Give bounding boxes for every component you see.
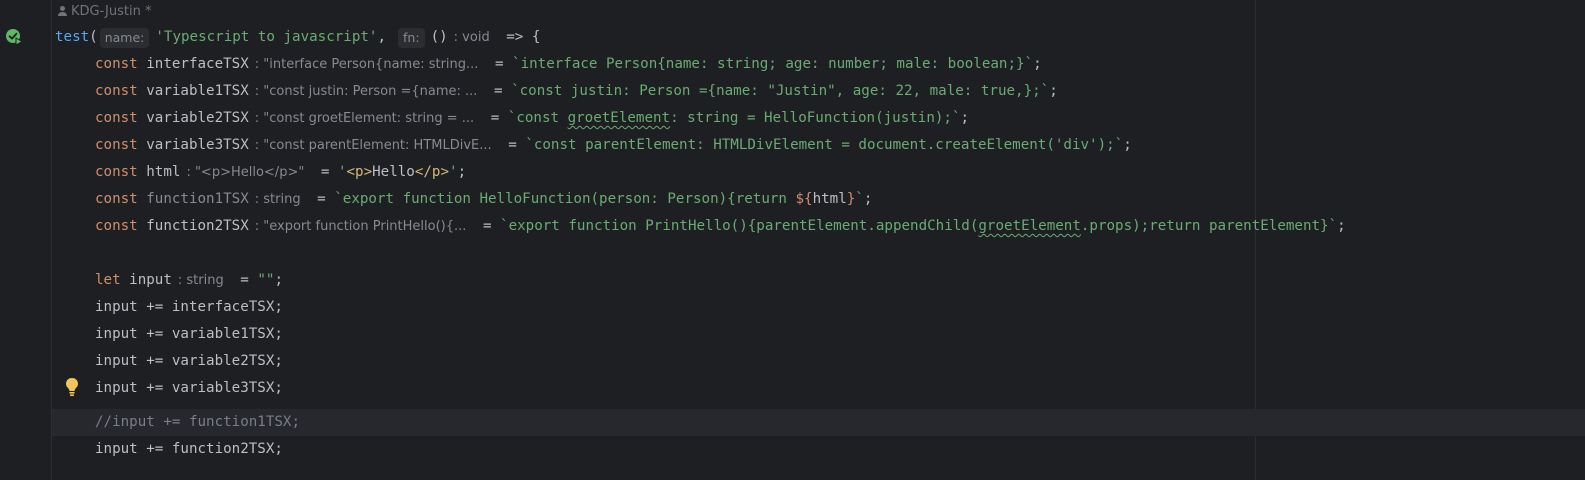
code-token: `export function HelloFunction(person: P… xyxy=(334,191,796,207)
code-token: ; xyxy=(457,164,467,180)
code-token: `const xyxy=(507,110,568,126)
code-token: const xyxy=(95,56,138,72)
code-line-2[interactable]: const interfaceTSX : "interface Person{na… xyxy=(95,51,1042,78)
inlay-hint-type: : "<p>Hello</p>" xyxy=(186,165,305,180)
code-token: ` xyxy=(855,191,864,207)
code-token: , xyxy=(377,29,387,45)
code-line-5[interactable]: const variable3TSX : "const parentElement… xyxy=(95,132,1132,159)
code-line-10[interactable]: let input : string = ""; xyxy=(95,267,283,294)
inlay-hint-type: : "export function PrintHello(){... xyxy=(254,219,467,234)
code-token: : string = HelloFunction(justin);` xyxy=(670,110,961,126)
code-line-15[interactable]: //input += function1TSX; xyxy=(95,409,300,436)
code-token: <p> xyxy=(346,164,373,180)
code-token: `const parentElement: HTMLDivElement = d… xyxy=(525,137,1124,153)
code-token: variable3TSX xyxy=(146,137,249,153)
code-token: ; xyxy=(1337,218,1346,234)
code-token: ; xyxy=(1049,83,1058,99)
code-token: = xyxy=(231,272,258,288)
code-token: function2TSX xyxy=(146,218,249,234)
code-token: => { xyxy=(497,29,541,45)
code-line-13[interactable]: input += variable2TSX; xyxy=(95,348,283,375)
code-line-8[interactable]: const function2TSX : "export function Pri… xyxy=(95,213,1346,240)
code-token: const xyxy=(95,191,138,207)
gutter-divider xyxy=(51,0,52,480)
code-token: = xyxy=(474,218,501,234)
code-token: const xyxy=(95,164,138,180)
code-token: html xyxy=(146,164,181,180)
code-token: interfaceTSX xyxy=(146,56,249,72)
code-token: const xyxy=(95,137,138,153)
inlay-hint-type: : void xyxy=(453,30,490,45)
code-token: input += variable2TSX; xyxy=(95,353,283,369)
code-token: = xyxy=(486,56,513,72)
code-token: ; xyxy=(960,110,970,126)
right-margin-guide xyxy=(1255,0,1256,480)
code-token: variable1TSX xyxy=(146,83,249,99)
lightbulb-icon[interactable] xyxy=(64,377,80,397)
code-token: const xyxy=(95,218,138,234)
code-token: ' xyxy=(449,164,458,180)
gutter[interactable] xyxy=(0,0,51,480)
inlay-hint-type: : "interface Person{name: string... xyxy=(254,57,479,72)
code-line-11[interactable]: input += interfaceTSX; xyxy=(95,294,283,321)
code-token: input += variable1TSX; xyxy=(95,326,283,342)
code-line-12[interactable]: input += variable1TSX; xyxy=(95,321,283,348)
code-token: `const justin: Person ={name: "Justin", … xyxy=(511,83,1050,99)
code-token: 'Typescript to javascript' xyxy=(155,29,378,45)
code-token-unused: function1TSX xyxy=(146,191,249,207)
code-line-16[interactable]: input += function2TSX; xyxy=(95,436,283,463)
code-token: variable2TSX xyxy=(146,110,249,126)
code-token: ; xyxy=(274,272,283,288)
code-token: input += variable3TSX; xyxy=(95,380,283,396)
inlay-hint-fn: fn: xyxy=(398,27,425,48)
code-token: ' xyxy=(337,164,347,180)
inlay-hint-name: name: xyxy=(99,27,150,48)
code-token: ; xyxy=(863,191,873,207)
code-token: input xyxy=(129,272,172,288)
code-line-6[interactable]: const html: "<p>Hello</p>" = ' <p> Hello </… xyxy=(95,159,466,186)
code-token: </p> xyxy=(414,164,450,180)
inlay-hint-type: : "const justin: Person ={name: ... xyxy=(254,84,478,99)
code-line-7[interactable]: const function1TSX : string = `export fun… xyxy=(95,186,872,213)
code-token: input += function2TSX; xyxy=(95,441,283,457)
code-token: html xyxy=(812,191,847,207)
code-comment: //input += function1TSX; xyxy=(95,414,300,430)
code-token: ( xyxy=(89,29,98,45)
code-token: test xyxy=(55,29,90,45)
code-token: const xyxy=(95,110,138,126)
code-token: ; xyxy=(1123,137,1132,153)
code-vision-author[interactable]: KDG-Justin * xyxy=(58,2,151,20)
run-test-icon[interactable] xyxy=(5,28,23,46)
author-name: KDG-Justin * xyxy=(71,3,152,19)
inlay-hint-type: : string xyxy=(177,273,224,288)
code-token: = xyxy=(308,191,335,207)
code-token: "" xyxy=(257,272,275,288)
code-token: = xyxy=(312,164,338,180)
spelling-warning[interactable]: groetElement xyxy=(568,105,671,132)
code-line-4[interactable]: const variable2TSX : "const groetElement:… xyxy=(95,105,969,132)
code-token: } xyxy=(846,191,856,207)
code-token: () xyxy=(430,29,448,45)
code-token: ; xyxy=(1033,56,1042,72)
code-token: ${ xyxy=(795,191,813,207)
code-line-3[interactable]: const variable1TSX : "const justin: Perso… xyxy=(95,78,1058,105)
inlay-hint-type: : "const parentElement: HTMLDivE... xyxy=(254,138,492,153)
code-line-1[interactable]: test(name: 'Typescript to javascript', fn:… xyxy=(55,24,540,51)
code-token: const xyxy=(95,83,138,99)
code-token: .props);return parentElement}` xyxy=(1080,218,1338,234)
code-token: `interface Person{name: string; age: num… xyxy=(512,56,1034,72)
inlay-hint-type: : string xyxy=(254,192,301,207)
code-editor[interactable]: KDG-Justin * test(name: 'Typescript to ja… xyxy=(0,0,1585,480)
code-token: input += interfaceTSX; xyxy=(95,299,283,315)
code-token: `export function PrintHello(){parentElem… xyxy=(500,218,979,234)
code-token: = xyxy=(485,83,512,99)
code-line-14[interactable]: input += variable3TSX; xyxy=(95,375,283,402)
code-token: Hello xyxy=(372,164,415,180)
person-icon xyxy=(58,6,67,16)
code-token: let xyxy=(95,272,121,288)
code-token: = xyxy=(499,137,526,153)
spelling-warning[interactable]: groetElement xyxy=(978,213,1081,240)
inlay-hint-type: : "const groetElement: string = ... xyxy=(254,111,475,126)
code-token: = xyxy=(482,110,508,126)
